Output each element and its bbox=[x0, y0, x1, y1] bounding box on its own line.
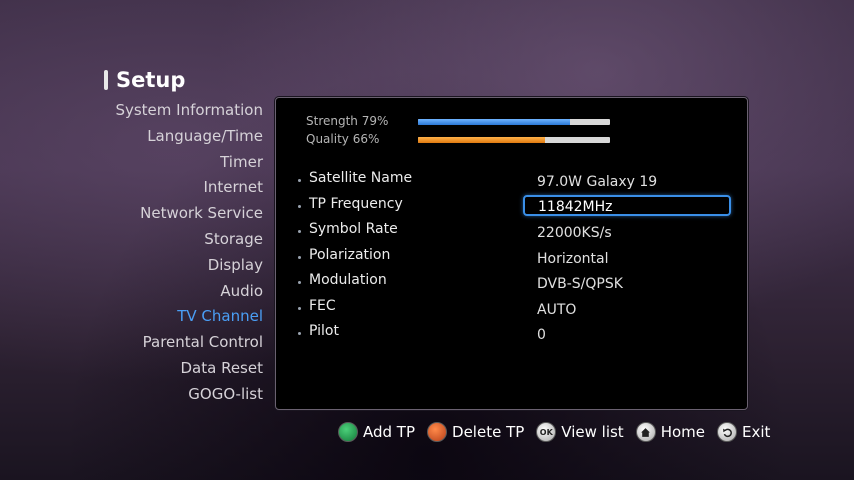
quality-bar bbox=[418, 137, 610, 143]
menu-item-language-time[interactable]: Language/Time bbox=[100, 124, 263, 150]
bullet-icon bbox=[298, 306, 301, 310]
menu-item-audio[interactable]: Audio bbox=[100, 279, 263, 305]
red-button-icon bbox=[427, 422, 448, 442]
add-tp-label: Add TP bbox=[363, 423, 416, 441]
bullet-icon bbox=[298, 230, 301, 233]
quality-label: Quality 66% bbox=[306, 132, 380, 146]
param-label: Polarization bbox=[309, 246, 391, 263]
param-row-symbol-rate[interactable]: Symbol Rate 22000KS/s bbox=[292, 219, 742, 245]
home-button[interactable]: Home bbox=[635, 422, 705, 442]
delete-tp-label: Delete TP bbox=[452, 423, 525, 441]
strength-bar-fill bbox=[418, 119, 570, 125]
page-title: Setup bbox=[104, 66, 185, 94]
param-value-pilot[interactable]: 0 bbox=[537, 327, 546, 343]
menu-item-tv-channel[interactable]: TV Channel bbox=[100, 304, 263, 330]
setup-menu: System Information Language/Time Timer I… bbox=[100, 98, 263, 408]
ok-button-icon: OK bbox=[536, 422, 557, 442]
param-label: Pilot bbox=[309, 323, 339, 339]
add-tp-button[interactable]: Add TP bbox=[338, 422, 415, 442]
strength-bar bbox=[418, 119, 610, 125]
home-label: Home bbox=[660, 423, 705, 441]
param-value-satellite-name[interactable]: 97.0W Galaxy 19 bbox=[537, 174, 657, 190]
param-value-tp-frequency[interactable]: 11842MHz bbox=[523, 194, 731, 216]
menu-item-internet[interactable]: Internet bbox=[100, 175, 263, 201]
view-list-button[interactable]: OK View list bbox=[536, 422, 624, 442]
menu-item-network-service[interactable]: Network Service bbox=[100, 201, 263, 227]
param-label: FEC bbox=[309, 297, 336, 314]
menu-item-system-information[interactable]: System Information bbox=[100, 98, 263, 124]
menu-item-storage[interactable]: Storage bbox=[100, 227, 263, 253]
bullet-icon bbox=[298, 281, 301, 284]
bullet-icon bbox=[298, 332, 301, 335]
menu-item-parental-control[interactable]: Parental Control bbox=[100, 330, 263, 356]
param-row-polarization[interactable]: Polarization Horizontal bbox=[292, 245, 742, 271]
home-icon bbox=[635, 422, 656, 442]
param-row-modulation[interactable]: Modulation DVB-S/QPSK bbox=[292, 270, 742, 296]
param-value-fec[interactable]: AUTO bbox=[537, 302, 576, 318]
transponder-params: Satellite Name 97.0W Galaxy 19 TP Freque… bbox=[292, 168, 742, 347]
menu-item-timer[interactable]: Timer bbox=[100, 150, 263, 176]
exit-button[interactable]: Exit bbox=[717, 422, 770, 442]
menu-item-gogo-list[interactable]: GOGO-list bbox=[100, 382, 263, 408]
title-marker bbox=[104, 70, 108, 90]
param-label: TP Frequency bbox=[309, 195, 403, 212]
page-title-text: Setup bbox=[116, 68, 186, 92]
menu-item-data-reset[interactable]: Data Reset bbox=[100, 356, 264, 382]
param-value-modulation[interactable]: DVB-S/QPSK bbox=[537, 276, 623, 292]
bullet-icon bbox=[298, 204, 301, 208]
button-hints: Add TP Delete TP OK View list Home Exit bbox=[338, 421, 770, 443]
param-label: Modulation bbox=[309, 272, 387, 288]
delete-tp-button[interactable]: Delete TP bbox=[427, 422, 524, 442]
strength-label: Strength 79% bbox=[306, 114, 389, 128]
bullet-icon bbox=[298, 179, 301, 182]
param-label: Symbol Rate bbox=[309, 221, 398, 237]
param-label: Satellite Name bbox=[309, 170, 413, 186]
param-row-satellite-name[interactable]: Satellite Name 97.0W Galaxy 19 bbox=[292, 168, 742, 194]
quality-bar-fill bbox=[418, 137, 545, 143]
view-list-label: View list bbox=[561, 423, 624, 441]
bullet-icon bbox=[298, 255, 301, 259]
back-icon bbox=[717, 422, 737, 442]
exit-label: Exit bbox=[742, 423, 771, 441]
param-value-polarization[interactable]: Horizontal bbox=[537, 251, 608, 267]
tv-channel-panel: Strength 79% Quality 66% Satellite Name … bbox=[275, 97, 748, 410]
param-row-fec[interactable]: FEC AUTO bbox=[292, 296, 742, 322]
param-row-pilot[interactable]: Pilot 0 bbox=[292, 321, 742, 347]
menu-item-display[interactable]: Display bbox=[100, 253, 263, 279]
param-value-symbol-rate[interactable]: 22000KS/s bbox=[537, 225, 612, 241]
green-button-icon bbox=[338, 422, 358, 442]
param-row-tp-frequency[interactable]: TP Frequency 11842MHz bbox=[292, 194, 742, 220]
